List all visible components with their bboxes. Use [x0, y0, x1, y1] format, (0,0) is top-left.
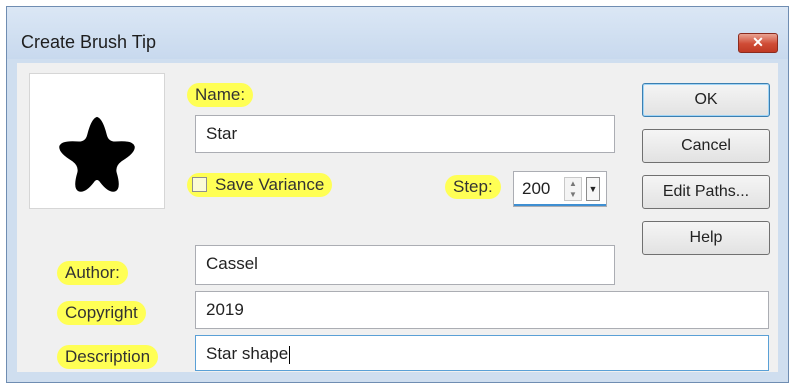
help-button[interactable]: Help [642, 221, 770, 255]
description-value: Star shape [206, 344, 289, 363]
save-variance-label: Save Variance [215, 175, 325, 194]
save-variance-checkbox[interactable]: Save Variance [187, 173, 333, 197]
author-label: Author: [57, 261, 128, 285]
ok-button[interactable]: OK [642, 83, 770, 117]
dialog-body: Name: Star Save Variance Step: 200 ▲ ▼ ▼ … [17, 63, 778, 372]
author-input[interactable]: Cassel [195, 245, 615, 285]
copyright-label: Copyright [57, 301, 146, 325]
name-label: Name: [187, 83, 254, 107]
save-variance-checkbox-box[interactable] [192, 177, 207, 192]
step-up-down-arrows[interactable]: ▲ ▼ [564, 177, 582, 201]
edit-paths-button[interactable]: Edit Paths... [642, 175, 770, 209]
title-bar: Create Brush Tip ✕ [7, 7, 788, 59]
create-brush-tip-dialog: Create Brush Tip ✕ Name: Star Save Varia… [6, 6, 789, 383]
star-brush-icon [59, 116, 135, 192]
step-label: Step: [445, 175, 501, 199]
cancel-button[interactable]: Cancel [642, 129, 770, 163]
description-label: Description [57, 345, 159, 369]
brush-preview [29, 73, 165, 209]
text-cursor [289, 345, 291, 364]
close-icon: ✕ [752, 34, 764, 50]
step-focus-underline [514, 204, 606, 206]
step-dropdown-arrow[interactable]: ▼ [586, 177, 600, 201]
step-value[interactable]: 200 [522, 172, 550, 206]
description-input[interactable]: Star shape [195, 335, 769, 371]
dialog-title: Create Brush Tip [21, 32, 157, 52]
name-input[interactable]: Star [195, 115, 615, 153]
copyright-input[interactable]: 2019 [195, 291, 769, 329]
step-spinner[interactable]: 200 ▲ ▼ ▼ [513, 171, 607, 207]
close-button[interactable]: ✕ [738, 33, 778, 53]
